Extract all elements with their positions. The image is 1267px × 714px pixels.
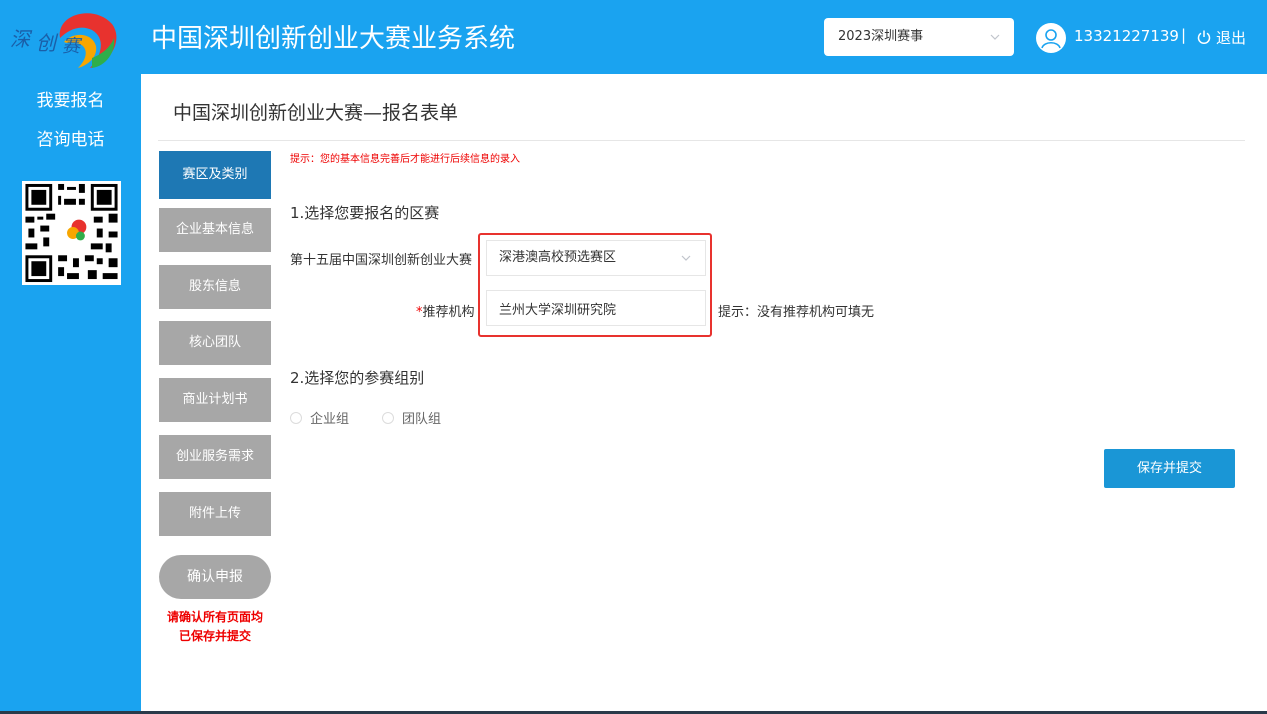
step-tab-business-plan[interactable]: 商业计划书 (159, 378, 271, 422)
radio-label: 团队组 (402, 412, 442, 427)
user-icon (1041, 29, 1061, 49)
radio-circle (382, 411, 394, 424)
svg-text:赛: 赛 (62, 36, 83, 57)
step-tab-company-info[interactable]: 企业基本信息 (159, 208, 271, 252)
top-header: 深 创 赛 中国深圳创新创业大赛业务系统 2023深圳赛事 1332122713… (0, 0, 1267, 74)
step-tab-region-category[interactable]: 赛区及类别 (159, 151, 271, 199)
confirm-submit-button[interactable]: 确认申报 (159, 555, 271, 599)
sidebar-item-hotline[interactable]: 咨询电话 (0, 125, 141, 150)
step-tab-shareholders[interactable]: 股东信息 (159, 265, 271, 309)
user-phone: 13321227139 (1074, 27, 1179, 45)
recommending-org-input[interactable] (486, 290, 706, 326)
power-icon (1197, 30, 1211, 44)
chevron-down-icon (990, 34, 1000, 40)
org-label: *推荐机构 (416, 301, 475, 320)
svg-text:创: 创 (36, 31, 59, 55)
step-tab-service-needs[interactable]: 创业服务需求 (159, 435, 271, 479)
competition-label: 第十五届中国深圳创新创业大赛 (290, 253, 473, 268)
radio-label: 企业组 (310, 412, 350, 427)
season-select-value: 2023深圳赛事 (838, 29, 924, 44)
avatar[interactable] (1036, 23, 1066, 53)
confirm-warning-line1: 请确认所有页面均 (166, 610, 263, 624)
sidebar-item-register[interactable]: 我要报名 (0, 86, 141, 111)
region-select[interactable]: 深港澳高校预选赛区 (486, 240, 706, 276)
radio-circle (290, 411, 302, 424)
app-title: 中国深圳创新创业大赛业务系统 (151, 24, 516, 54)
logo-icon: 深 创 赛 (10, 13, 117, 68)
confirm-warning: 请确认所有页面均 已保存并提交 (159, 608, 271, 646)
page-title: 中国深圳创新创业大赛—报名表单 (173, 102, 459, 124)
svg-text:深: 深 (10, 27, 33, 51)
org-hint: 提示：没有推荐机构可填无 (718, 305, 875, 320)
section-title-group: 2.选择您的参赛组别 (290, 369, 425, 387)
heading-divider (158, 140, 1245, 141)
confirm-warning-line2: 已保存并提交 (178, 629, 251, 643)
logout-button[interactable]: 退出 (1196, 25, 1246, 49)
region-select-value: 深港澳高校预选赛区 (499, 250, 617, 265)
logout-label: 退出 (1216, 28, 1247, 47)
org-label-text: 推荐机构 (422, 305, 475, 320)
season-select[interactable]: 2023深圳赛事 (824, 18, 1014, 56)
sidebar: 我要报名 咨询电话 (0, 74, 141, 714)
radio-company-group[interactable]: 企业组 (290, 408, 349, 427)
radio-team-group[interactable]: 团队组 (382, 408, 441, 427)
save-submit-button[interactable]: 保存并提交 (1104, 449, 1235, 488)
header-separator: | (1181, 26, 1187, 44)
qr-code-image (22, 181, 121, 285)
step-tab-attachments[interactable]: 附件上传 (159, 492, 271, 536)
chevron-down-icon (681, 255, 691, 261)
step-tab-core-team[interactable]: 核心团队 (159, 321, 271, 365)
form-tip: 提示：您的基本信息完善后才能进行后续信息的录入 (290, 154, 520, 165)
section-title-region: 1.选择您要报名的区赛 (290, 204, 440, 222)
